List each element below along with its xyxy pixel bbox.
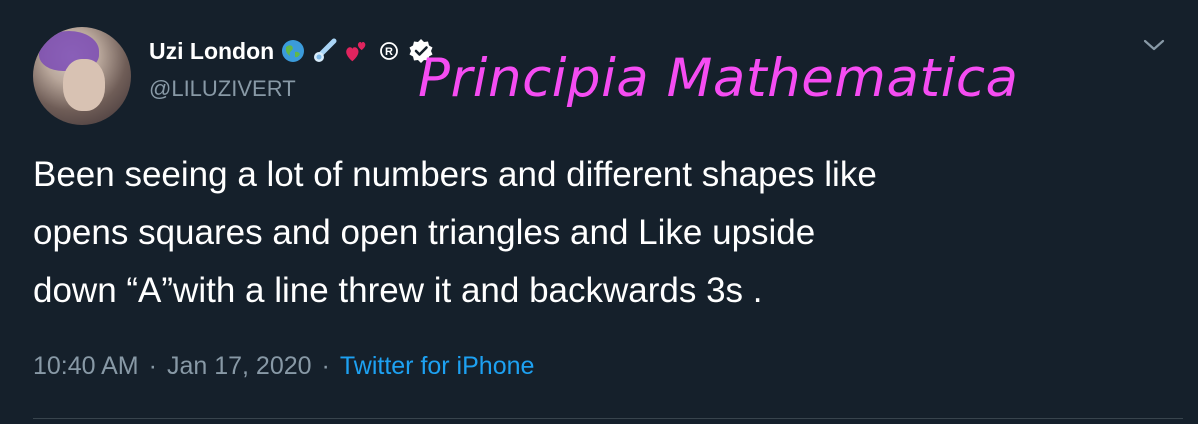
globe-icon (280, 38, 306, 64)
divider (33, 418, 1183, 419)
tweet-text: Been seeing a lot of numbers and differe… (33, 146, 1153, 320)
tweet-card: Uzi London R @LILUZIVERT Principia Mathe… (0, 0, 1198, 424)
display-name[interactable]: Uzi London (149, 38, 274, 65)
tweet-text-line: opens squares and open triangles and Lik… (33, 213, 816, 252)
user-handle[interactable]: @LILUZIVERT (149, 76, 296, 102)
avatar[interactable] (33, 27, 131, 125)
overlay-caption: Principia Mathematica (418, 48, 1019, 109)
tweet-text-line: Been seeing a lot of numbers and differe… (33, 155, 877, 194)
comet-icon (312, 38, 338, 64)
tweet-time[interactable]: 10:40 AM (33, 352, 139, 381)
name-row: Uzi London R (149, 36, 434, 66)
tweet-meta: 10:40 AM · Jan 17, 2020 · Twitter for iP… (33, 352, 534, 381)
meta-separator: · (148, 352, 157, 380)
two-hearts-icon (344, 38, 370, 64)
svg-text:R: R (385, 46, 393, 58)
avatar-face (63, 59, 105, 111)
chevron-down-icon[interactable] (1141, 34, 1167, 56)
tweet-date[interactable]: Jan 17, 2020 (167, 352, 312, 381)
registered-icon: R (376, 38, 402, 64)
meta-separator: · (321, 352, 330, 380)
tweet-text-line: down “A”with a line threw it and backwar… (33, 271, 763, 310)
tweet-source-link[interactable]: Twitter for iPhone (340, 352, 535, 381)
